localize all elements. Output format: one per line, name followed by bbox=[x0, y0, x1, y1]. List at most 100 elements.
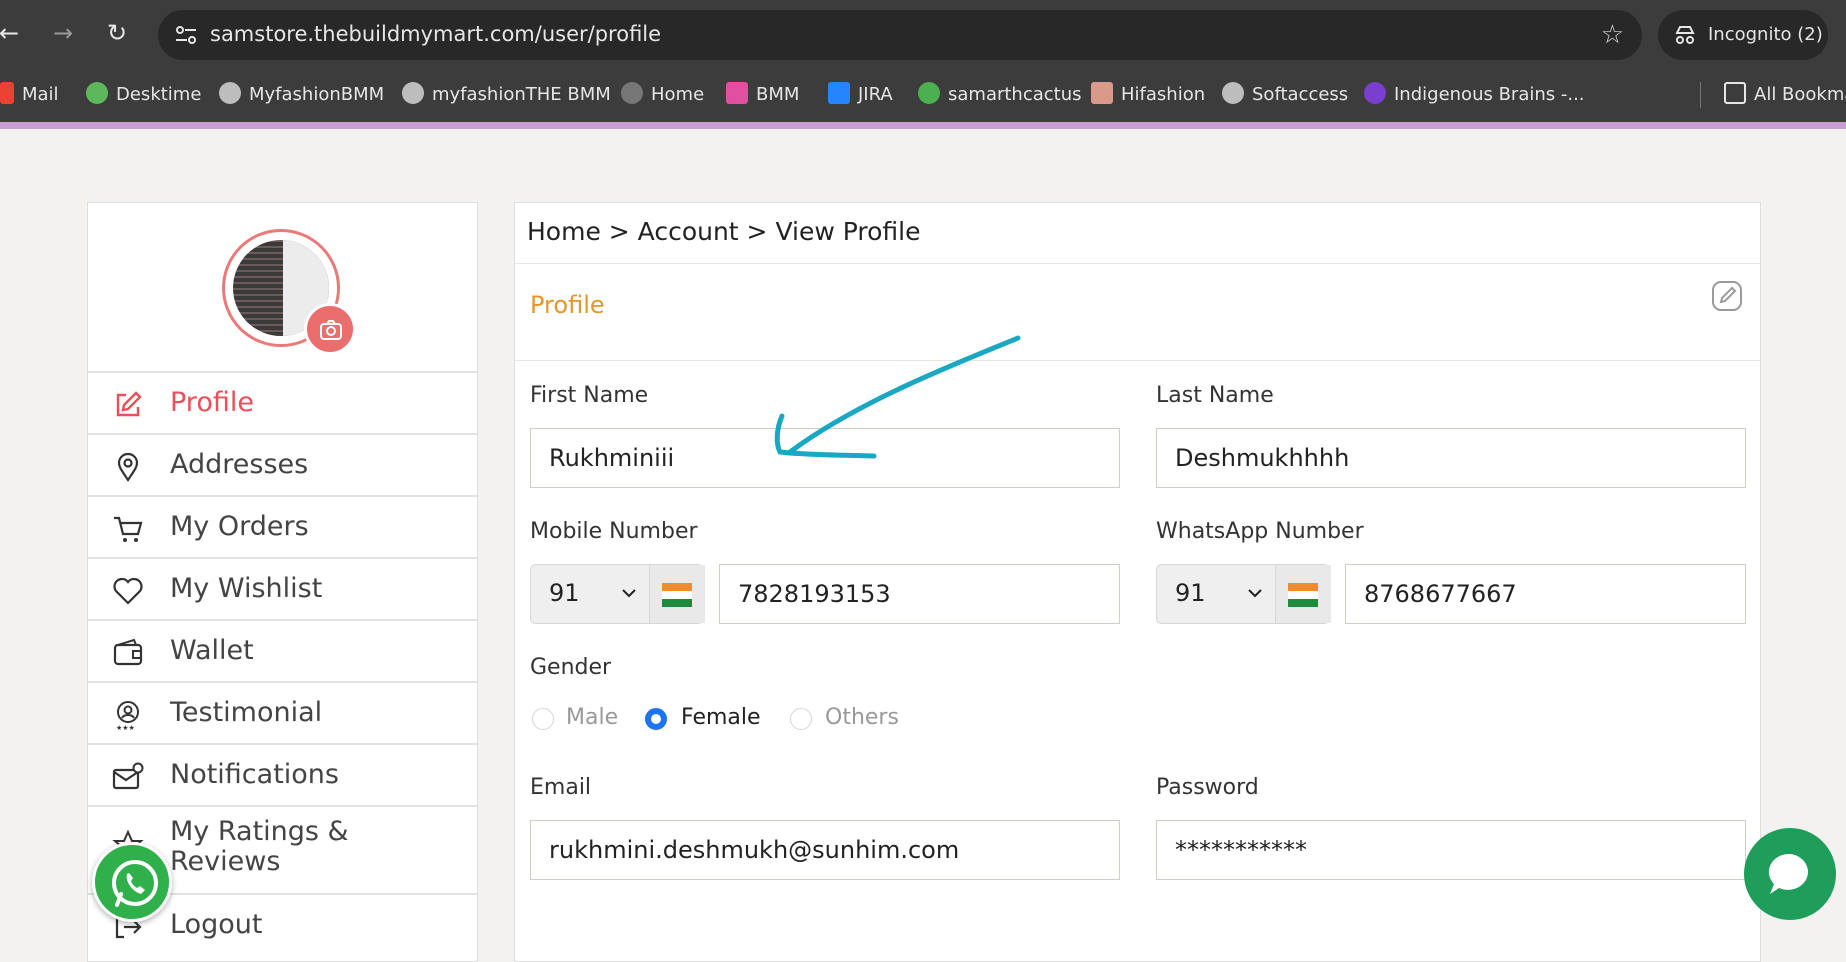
india-flag-icon bbox=[649, 565, 705, 623]
bookmark-jira[interactable]: JIRA bbox=[828, 68, 893, 122]
bookmarks-divider bbox=[1700, 82, 1701, 108]
browser-toolbar: ← → ↻ samstore.thebuildmymart.com/user/p… bbox=[0, 0, 1846, 68]
globe-icon bbox=[402, 82, 424, 104]
bookmark-home[interactable]: Home bbox=[621, 68, 704, 122]
section-title: Profile bbox=[530, 291, 605, 319]
indigenous-icon bbox=[1364, 82, 1386, 104]
bookmark-hifashion[interactable]: Hifashion bbox=[1091, 68, 1205, 122]
wallet-icon bbox=[113, 638, 143, 666]
incognito-icon bbox=[1675, 26, 1695, 44]
gender-male-radio[interactable] bbox=[532, 708, 554, 730]
divider bbox=[515, 263, 1760, 264]
url-text: samstore.thebuildmymart.com/user/profile bbox=[210, 22, 662, 46]
back-icon[interactable]: ← bbox=[0, 18, 24, 48]
cart-icon bbox=[114, 516, 143, 542]
email-field[interactable]: rukhmini.deshmukh@sunhim.com bbox=[530, 820, 1120, 880]
sidebar-item-testimonial[interactable]: ★★★ Testimonial bbox=[88, 681, 477, 743]
sidebar-item-addresses[interactable]: Addresses bbox=[88, 433, 477, 495]
whatsapp-icon bbox=[112, 860, 158, 907]
jira-icon bbox=[828, 82, 850, 104]
gender-others-radio[interactable] bbox=[790, 708, 812, 730]
camera-icon[interactable] bbox=[304, 303, 356, 355]
globe-icon bbox=[621, 82, 643, 104]
hifashion-icon bbox=[1091, 82, 1113, 104]
forward-icon[interactable]: → bbox=[48, 18, 78, 48]
whatsapp-number-field[interactable]: 8768677667 bbox=[1345, 564, 1746, 624]
password-label: Password bbox=[1156, 775, 1259, 800]
country-code: 91 bbox=[1175, 579, 1206, 607]
gmail-icon bbox=[0, 82, 14, 104]
gender-female-label[interactable]: Female bbox=[681, 705, 761, 730]
sidebar-item-label: Addresses bbox=[170, 449, 309, 480]
whatsapp-chat-button[interactable] bbox=[92, 842, 172, 922]
mobile-country-code-select[interactable]: 91 bbox=[530, 564, 705, 624]
sidebar-item-label: Notifications bbox=[170, 759, 339, 790]
bookmark-indigenous-brains[interactable]: Indigenous Brains -... bbox=[1364, 68, 1585, 122]
bookmark-samarthcactus[interactable]: samarthcactus bbox=[918, 68, 1082, 122]
divider bbox=[515, 360, 1760, 361]
sidebar-item-label: My Orders bbox=[170, 511, 309, 542]
gender-others-label[interactable]: Others bbox=[825, 705, 899, 730]
last-name-field[interactable]: Deshmukhhhh bbox=[1156, 428, 1746, 488]
sidebar-item-label: Wallet bbox=[170, 635, 254, 666]
bookmark-desktime[interactable]: Desktime bbox=[86, 68, 201, 122]
password-field[interactable]: *********** bbox=[1156, 820, 1746, 880]
sidebar-item-notifications[interactable]: Notifications bbox=[88, 743, 477, 805]
chat-bubble-icon bbox=[1768, 853, 1808, 894]
globe-icon bbox=[219, 82, 241, 104]
bookmark-myfashionthe-bmm[interactable]: myfashionTHE BMM bbox=[402, 68, 611, 122]
sidebar-item-label: Logout bbox=[170, 909, 263, 940]
bookmarks-bar: Mail Desktime MyfashionBMM myfashionTHE … bbox=[0, 68, 1846, 122]
bookmark-bmm[interactable]: BMM bbox=[726, 68, 799, 122]
bookmark-myfashionbmm[interactable]: MyfashionBMM bbox=[219, 68, 384, 122]
sidebar-item-my-wishlist[interactable]: My Wishlist bbox=[88, 557, 477, 619]
mail-notification-icon bbox=[112, 762, 144, 790]
bookmark-star-icon[interactable]: ☆ bbox=[1601, 20, 1624, 50]
bookmark-mail[interactable]: Mail bbox=[0, 68, 59, 122]
testimonial-icon: ★★★ bbox=[116, 701, 139, 731]
bmm-icon bbox=[726, 82, 748, 104]
profile-panel: Home > Account > View Profile Profile Fi… bbox=[514, 202, 1761, 962]
sidebar-item-label: Profile bbox=[170, 387, 254, 418]
folder-icon bbox=[1724, 82, 1746, 104]
edit-profile-icon[interactable] bbox=[1710, 279, 1744, 313]
gender-label: Gender bbox=[530, 655, 612, 680]
chevron-down-icon bbox=[1248, 589, 1262, 598]
cactus-icon bbox=[918, 82, 940, 104]
gender-male-label[interactable]: Male bbox=[566, 705, 618, 730]
sidebar-item-my-orders[interactable]: My Orders bbox=[88, 495, 477, 557]
first-name-label: First Name bbox=[530, 383, 649, 408]
breadcrumb: Home > Account > View Profile bbox=[527, 217, 921, 246]
sidebar-item-profile[interactable]: Profile bbox=[88, 371, 477, 433]
bookmark-softaccess[interactable]: Softaccess bbox=[1222, 68, 1348, 122]
all-bookmarks[interactable]: All Bookma bbox=[1724, 68, 1846, 122]
sidebar-item-wallet[interactable]: Wallet bbox=[88, 619, 477, 681]
live-chat-button[interactable] bbox=[1744, 828, 1836, 920]
desktime-icon bbox=[86, 82, 108, 104]
whatsapp-number-label: WhatsApp Number bbox=[1156, 519, 1364, 544]
country-code: 91 bbox=[549, 579, 580, 607]
page-top-accent bbox=[0, 122, 1846, 129]
mobile-number-field[interactable]: 7828193153 bbox=[719, 564, 1120, 624]
last-name-label: Last Name bbox=[1156, 383, 1274, 408]
first-name-field[interactable]: Rukhminiii bbox=[530, 428, 1120, 488]
sidebar-item-label: Testimonial bbox=[170, 697, 323, 728]
whatsapp-country-code-select[interactable]: 91 bbox=[1156, 564, 1331, 624]
address-bar[interactable]: samstore.thebuildmymart.com/user/profile… bbox=[158, 10, 1642, 60]
incognito-label: Incognito (2) bbox=[1708, 24, 1823, 45]
heart-icon bbox=[113, 577, 143, 605]
svg-text:★★★: ★★★ bbox=[116, 724, 135, 731]
globe-icon bbox=[1222, 82, 1244, 104]
edit-icon bbox=[116, 391, 142, 417]
sidebar-item-label: My Wishlist bbox=[170, 573, 323, 604]
mobile-number-label: Mobile Number bbox=[530, 519, 698, 544]
sidebar-item-label: My Ratings & Reviews bbox=[170, 816, 349, 877]
site-settings-icon[interactable] bbox=[174, 24, 198, 46]
email-label: Email bbox=[530, 775, 592, 800]
chevron-down-icon bbox=[622, 589, 636, 598]
india-flag-icon bbox=[1275, 565, 1331, 623]
incognito-button[interactable]: Incognito (2) bbox=[1658, 10, 1828, 60]
gender-female-radio[interactable] bbox=[645, 708, 667, 730]
reload-icon[interactable]: ↻ bbox=[102, 18, 132, 48]
location-pin-icon bbox=[117, 452, 139, 482]
